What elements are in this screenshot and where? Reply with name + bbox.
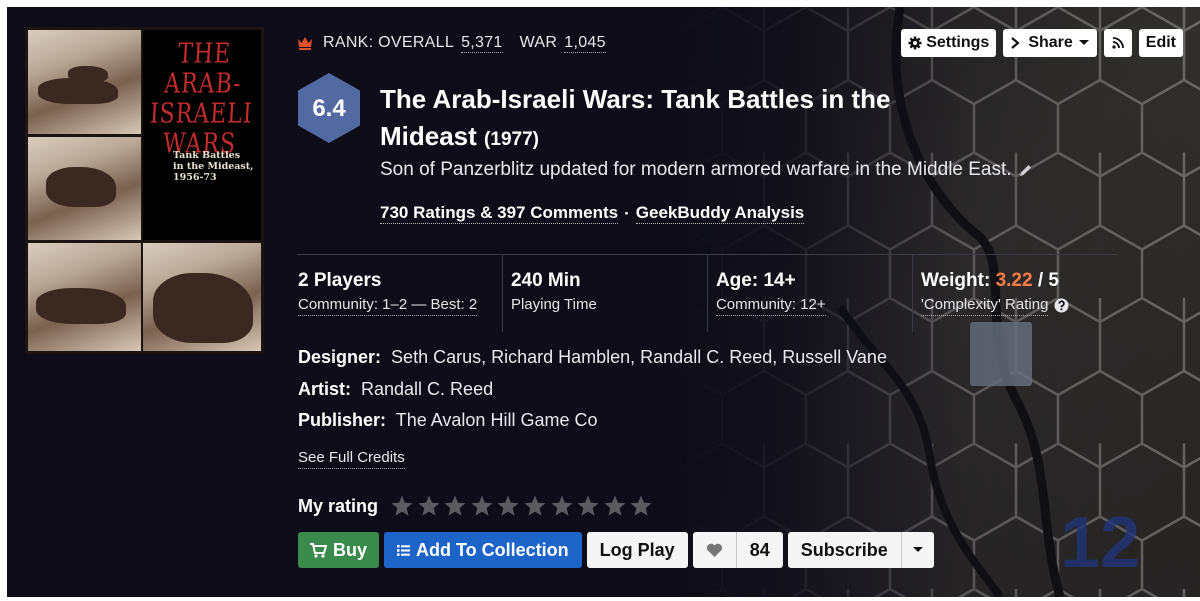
fan-button[interactable] (693, 532, 736, 568)
star-icon[interactable] (443, 494, 467, 518)
game-cover-image[interactable]: THE ARAB- ISRAELI WARS Tank Battles in t… (25, 27, 264, 354)
action-buttons: Buy Add To Collection Log Play 84 Subscr… (298, 532, 934, 568)
credits-list: Designer: Seth Carus, Richard Hamblen, R… (298, 345, 887, 440)
players-community-link[interactable]: Community: 1–2 — Best: 2 (298, 295, 478, 316)
stat-weight: Weight: 3.22 / 5 'Complexity' Rating (911, 255, 1117, 332)
cover-photo-vehicle (28, 243, 141, 351)
rss-icon (1112, 37, 1124, 49)
log-play-label: Log Play (599, 539, 675, 560)
stat-age: Age: 14+ Community: 12+ (706, 255, 912, 332)
age-value: Age: 14+ (715, 270, 796, 291)
stat-players: 2 Players Community: 1–2 — Best: 2 (297, 255, 502, 332)
weight-value[interactable]: 3.22 (996, 270, 1033, 291)
average-rating-badge[interactable]: 6.4 (298, 73, 360, 143)
game-toolbar: Settings Share Edit (901, 29, 1183, 57)
star-icon[interactable] (417, 494, 441, 518)
game-hero: 12 THE ARAB- ISRAELI WARS Tank Battles i… (7, 7, 1200, 597)
designer-links[interactable]: Seth Carus, Richard Hamblen, Randall C. … (391, 347, 887, 367)
help-icon[interactable] (1054, 298, 1069, 313)
pencil-icon[interactable] (1018, 163, 1033, 178)
publisher-row: Publisher: The Avalon Hill Game Co (298, 408, 887, 440)
star-icon[interactable] (603, 494, 627, 518)
crown-icon (298, 37, 312, 50)
age-community-link[interactable]: Community: 12+ (715, 295, 826, 316)
game-year: (1977) (484, 129, 539, 150)
fan-count[interactable]: 84 (735, 532, 783, 568)
players-count: 2 Players (298, 270, 382, 291)
my-rating-label: My rating (298, 495, 379, 516)
list-icon (397, 544, 411, 556)
rank-overall-link[interactable]: 5,371 (461, 34, 503, 53)
share-button[interactable]: Share (1003, 29, 1097, 57)
game-title: The Arab-Israeli Wars: Tank Battles in t… (380, 81, 980, 158)
cover-title-text: THE ARAB- ISRAELI WARS (149, 38, 254, 160)
star-icon[interactable] (496, 494, 520, 518)
cover-photo-tank (28, 30, 141, 134)
heart-icon (706, 543, 722, 557)
game-description: Son of Panzerblitz updated for modern ar… (380, 159, 1033, 181)
star-icon[interactable] (576, 494, 600, 518)
buy-button[interactable]: Buy (298, 532, 380, 568)
complexity-rating: 'Complexity' Rating (920, 295, 1069, 316)
rss-button[interactable] (1103, 29, 1132, 57)
artist-link[interactable]: Randall C. Reed (361, 379, 493, 399)
log-play-button[interactable]: Log Play (586, 532, 688, 568)
cover-photo-soldiers (143, 243, 261, 351)
my-rating: My rating (298, 494, 656, 518)
game-title-text: The Arab-Israeli Wars: Tank Battles in t… (380, 84, 891, 151)
complexity-label[interactable]: 'Complexity' Rating (920, 295, 1049, 316)
cover-title-panel: THE ARAB- ISRAELI WARS Tank Battles in t… (143, 30, 261, 240)
average-rating-value: 6.4 (312, 95, 346, 122)
playing-time-label: Playing Time (510, 296, 597, 313)
caret-down-icon (912, 547, 923, 552)
share-label: Share (1028, 34, 1073, 51)
buy-label: Buy (333, 539, 368, 560)
rank-war-label: WAR (519, 34, 558, 51)
cover-photo-artillery (28, 137, 141, 240)
geekbuddy-analysis-link[interactable]: GeekBuddy Analysis (635, 203, 805, 224)
playing-time-value: 240 Min (510, 270, 581, 291)
stat-playing-time: 240 Min Playing Time (501, 255, 707, 332)
weight-max: / 5 (1037, 270, 1059, 291)
game-description-text: Son of Panzerblitz updated for modern ar… (380, 159, 1012, 180)
weight-heading: Weight: 3.22 / 5 (921, 269, 1117, 293)
gear-icon (908, 36, 922, 50)
subscribe-button[interactable]: Subscribe (788, 532, 901, 568)
fan-button-group: 84 (692, 532, 783, 568)
rating-stars (390, 494, 656, 518)
subscribe-button-group: Subscribe (787, 532, 934, 568)
rank-row: RANK: OVERALL 5,371 WAR 1,045 (297, 32, 623, 54)
edit-button[interactable]: Edit (1138, 29, 1183, 57)
ratings-links: 730 Ratings & 397 Comments · GeekBuddy A… (380, 203, 805, 224)
artist-row: Artist: Randall C. Reed (298, 377, 887, 409)
add-to-collection-button[interactable]: Add To Collection (384, 532, 582, 568)
see-full-credits-link[interactable]: See Full Credits (298, 448, 405, 469)
subscribe-dropdown-button[interactable] (900, 532, 934, 568)
edit-label: Edit (1145, 34, 1176, 51)
star-icon[interactable] (523, 494, 547, 518)
share-icon (1011, 37, 1021, 49)
settings-button[interactable]: Settings (901, 29, 997, 57)
ratings-comments-link[interactable]: 730 Ratings & 397 Comments (380, 203, 619, 224)
game-stats: 2 Players Community: 1–2 — Best: 2 240 M… (297, 254, 1117, 332)
separator-dot: · (624, 203, 630, 223)
publisher-label: Publisher: (298, 410, 387, 430)
star-icon[interactable] (629, 494, 653, 518)
designer-label: Designer: (298, 347, 382, 367)
cover-subtitle-text: Tank Battles in the Mideast, 1956-73 (173, 150, 254, 183)
star-icon[interactable] (550, 494, 574, 518)
artist-label: Artist: (298, 378, 351, 399)
star-icon[interactable] (470, 494, 494, 518)
add-to-collection-label: Add To Collection (416, 539, 569, 560)
star-icon[interactable] (390, 494, 414, 518)
caret-down-icon (1078, 40, 1089, 45)
designer-row: Designer: Seth Carus, Richard Hamblen, R… (298, 345, 887, 377)
publisher-link[interactable]: The Avalon Hill Game Co (396, 410, 598, 430)
rank-war-link[interactable]: 1,045 (564, 34, 606, 53)
weight-label: Weight: (920, 270, 991, 291)
rank-overall-label: RANK: OVERALL (323, 34, 455, 51)
cart-icon (310, 542, 327, 558)
settings-label: Settings (926, 34, 990, 51)
